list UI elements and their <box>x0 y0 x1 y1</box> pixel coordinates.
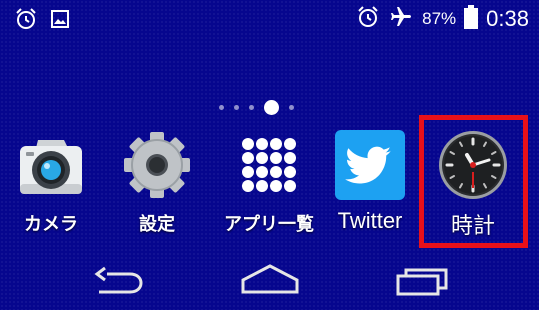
home-icon <box>235 264 305 302</box>
twitter-bird-icon <box>335 130 405 200</box>
camera-icon <box>16 130 86 200</box>
settings-gear-icon <box>122 130 192 200</box>
page-indicator <box>219 100 294 115</box>
highlight-box <box>419 115 528 248</box>
app-label: 設定 <box>139 214 175 234</box>
home-button[interactable] <box>235 262 305 302</box>
recent-apps-button[interactable] <box>390 262 460 302</box>
app-label: Twitter <box>337 208 403 233</box>
recent-apps-icon <box>390 268 460 302</box>
battery-percentage: 87% <box>422 9 457 28</box>
page-dot <box>234 105 239 110</box>
app-settings[interactable]: 設定 <box>112 126 202 246</box>
page-dot <box>219 105 224 110</box>
app-label: アプリ一覧 <box>224 214 314 234</box>
app-drawer[interactable]: アプリ一覧 <box>224 126 314 246</box>
navigation-bar <box>0 262 539 310</box>
app-twitter[interactable]: Twitter <box>325 126 415 246</box>
status-bar: 87% 0:38 <box>0 0 539 40</box>
page-dot <box>289 105 294 110</box>
app-camera[interactable]: カメラ <box>6 126 96 246</box>
alarm-clock-icon <box>356 5 380 33</box>
page-dot-active <box>264 100 279 115</box>
app-drawer-grid-icon <box>234 130 304 200</box>
back-button[interactable] <box>85 262 155 302</box>
back-icon <box>85 266 155 302</box>
image-notification-icon <box>50 9 70 33</box>
battery-icon <box>464 5 479 33</box>
airplane-mode-icon <box>388 5 414 33</box>
app-label: カメラ <box>24 214 78 234</box>
alarm-clock-icon <box>14 7 38 35</box>
page-dot <box>249 105 254 110</box>
clock-time: 0:38 <box>486 6 529 31</box>
